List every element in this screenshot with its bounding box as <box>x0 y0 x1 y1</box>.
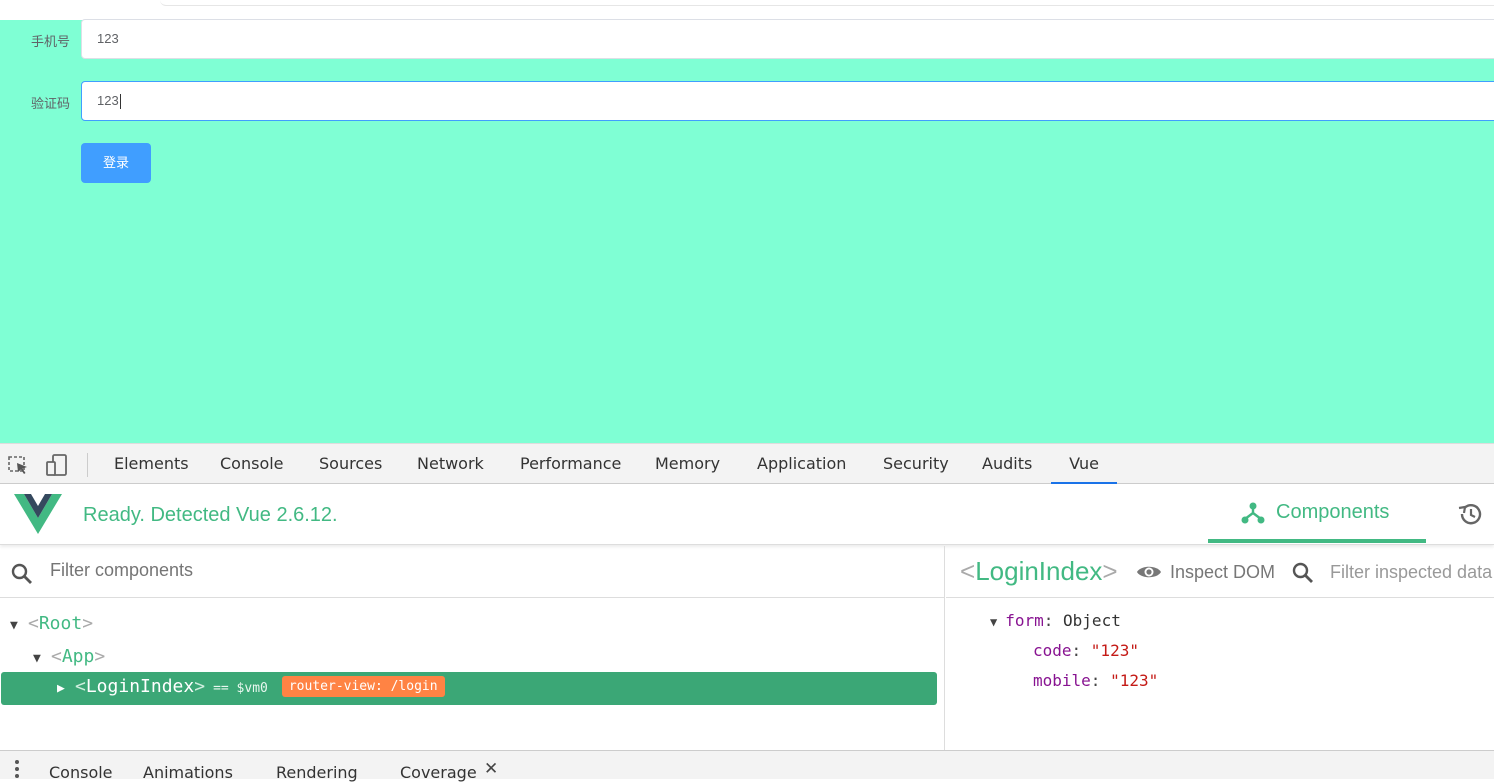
tree-node-root[interactable]: ▼ <Root> <box>10 609 93 639</box>
close-icon[interactable]: ✕ <box>484 759 498 779</box>
inspector-toolbar: <LoginIndex> Inspect DOM Filter inspecte… <box>946 546 1494 598</box>
devtools-panel: Elements Console Sources Network Perform… <box>0 443 1494 782</box>
tab-sources[interactable]: Sources <box>319 444 382 484</box>
drawer-tab-coverage[interactable]: Coverage <box>400 763 477 782</box>
tab-components[interactable]: Components <box>1208 484 1426 543</box>
tab-network[interactable]: Network <box>417 444 484 484</box>
login-button[interactable]: 登录 <box>81 143 151 183</box>
state-row-mobile[interactable]: mobile: "123" <box>1033 670 1158 692</box>
drawer-tab-rendering[interactable]: Rendering <box>276 763 358 782</box>
drawer-tab-console[interactable]: Console <box>49 763 113 782</box>
mobile-input-value: 123 <box>97 31 119 46</box>
tree-node-root-label: Root <box>38 613 83 634</box>
search-icon <box>1291 561 1315 590</box>
state-row-code[interactable]: code: "123" <box>1033 640 1139 662</box>
filter-inspected-data-input[interactable]: Filter inspected data <box>1330 562 1492 583</box>
selected-component-title: <LoginIndex> <box>960 556 1118 586</box>
code-input[interactable]: 123 <box>81 81 1494 121</box>
components-tab-label: Components <box>1276 501 1390 523</box>
devtools-tabbar: Elements Console Sources Network Perform… <box>0 443 1494 484</box>
collapse-arrow-icon[interactable]: ▼ <box>33 644 51 674</box>
state-row-form[interactable]: ▼ form: Object <box>990 610 1121 633</box>
devtools-drawer: Console Animations Rendering Coverage ✕ <box>0 750 1494 782</box>
mobile-label: 手机号 <box>30 34 70 49</box>
components-icon <box>1240 500 1266 531</box>
page-viewport: 手机号 123 验证码 123 登录 <box>0 0 1494 443</box>
tree-node-loginindex-label: LoginIndex <box>85 676 195 697</box>
expand-arrow-icon[interactable]: ▶ <box>57 674 75 704</box>
code-input-value: 123 <box>97 93 119 108</box>
tab-elements[interactable]: Elements <box>114 444 189 484</box>
state-inspector-pane: <LoginIndex> Inspect DOM Filter inspecte… <box>946 546 1494 750</box>
tab-memory[interactable]: Memory <box>655 444 720 484</box>
mobile-input[interactable]: 123 <box>81 19 1494 59</box>
browser-top-strip <box>0 0 1494 20</box>
search-icon <box>10 562 34 591</box>
tab-console[interactable]: Console <box>220 444 284 484</box>
collapse-arrow-icon[interactable]: ▼ <box>10 611 28 641</box>
tree-node-loginindex[interactable]: ▶ <LoginIndex> == $vm0 router-view: /login <box>1 672 937 705</box>
tab-application[interactable]: Application <box>757 444 846 484</box>
component-tree-pane: ▼<Root> ▼<App> ▶<LoginIndex>== $vm0route… <box>0 546 945 750</box>
browser-bar-edge <box>160 0 1494 6</box>
vue-logo-icon <box>14 492 62 539</box>
tab-performance[interactable]: Performance <box>520 444 621 484</box>
text-caret <box>119 94 121 110</box>
tab-security[interactable]: Security <box>883 444 949 484</box>
more-options-icon[interactable] <box>12 759 22 779</box>
inspect-element-icon[interactable] <box>6 453 30 477</box>
tab-audits[interactable]: Audits <box>982 444 1032 484</box>
component-filter-bar <box>0 546 945 598</box>
router-view-badge: router-view: /login <box>281 676 445 697</box>
tree-node-app[interactable]: ▼ <App> <box>33 642 105 672</box>
eye-icon[interactable] <box>1136 563 1162 586</box>
tab-vue[interactable]: Vue <box>1051 444 1117 484</box>
code-label: 验证码 <box>30 96 70 111</box>
history-icon[interactable] <box>1456 500 1484 533</box>
collapse-arrow-icon[interactable]: ▼ <box>990 615 997 629</box>
toolbar-divider <box>87 453 88 477</box>
vue-detected-status: Ready. Detected Vue 2.6.12. <box>83 504 338 526</box>
vue-devtools-header: Ready. Detected Vue 2.6.12. Components <box>0 484 1494 545</box>
vm-reference: == $vm0 <box>213 681 268 696</box>
drawer-tab-animations[interactable]: Animations <box>143 763 233 782</box>
tree-node-app-label: App <box>61 646 95 667</box>
filter-components-input[interactable] <box>50 560 930 581</box>
device-toolbar-icon[interactable] <box>45 453 69 477</box>
inspect-dom-button[interactable]: Inspect DOM <box>1170 562 1275 583</box>
